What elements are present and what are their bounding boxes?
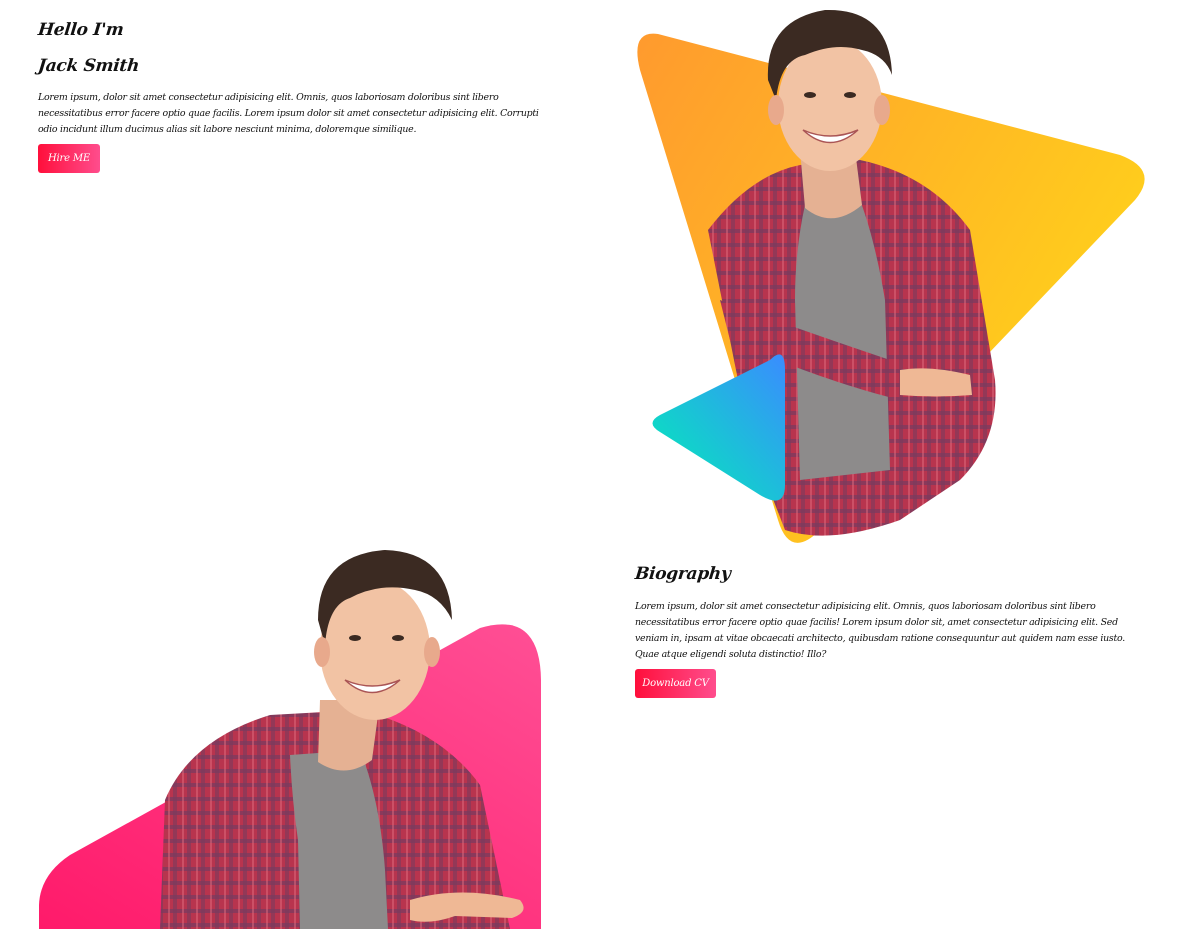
- hero-illustration: [637, 9, 1145, 543]
- biography-illustration: [39, 550, 541, 929]
- hero-name: Jack Smith: [36, 56, 141, 76]
- biography-title: Biography: [633, 564, 732, 584]
- hero-greeting: Hello I'm: [36, 20, 125, 40]
- hero-section: Hello I'm Jack Smith Lorem ipsum, dolor …: [36, 18, 543, 173]
- download-cv-button[interactable]: Download CV: [635, 669, 716, 698]
- hire-me-button[interactable]: Hire ME: [38, 144, 100, 173]
- biography-section: Biography Lorem ipsum, dolor sit amet co…: [633, 561, 1135, 698]
- hero-image: [600, 0, 1177, 555]
- hero-description: Lorem ipsum, dolor sit amet consectetur …: [38, 92, 539, 135]
- small-triangle-shape: [652, 354, 785, 501]
- biography-description: Lorem ipsum, dolor sit amet consectetur …: [635, 601, 1125, 660]
- biography-image: [0, 540, 560, 929]
